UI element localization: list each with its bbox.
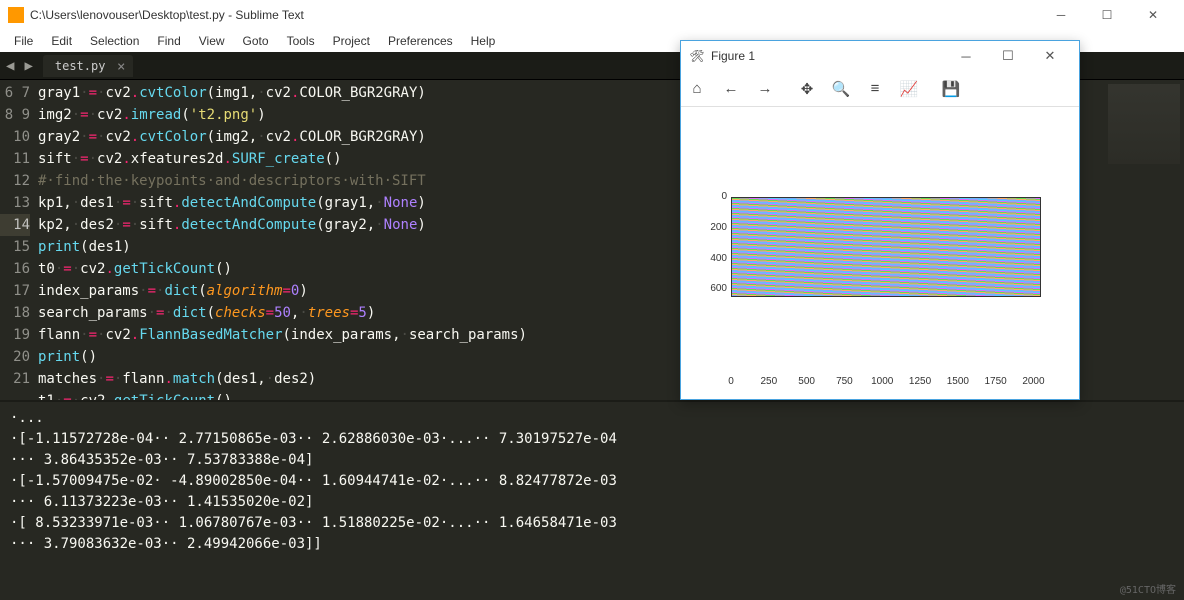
subplots-icon[interactable]: ≡ xyxy=(865,79,885,99)
line-number: 16 xyxy=(13,261,30,277)
line-number: 14 xyxy=(0,214,30,236)
line-number: 9 xyxy=(22,107,30,123)
x-tick: 0 xyxy=(728,376,734,387)
menu-view[interactable]: View xyxy=(191,32,233,50)
tab-testpy[interactable]: test.py × xyxy=(43,55,134,77)
tab-close-button[interactable]: × xyxy=(117,59,125,75)
window-title: C:\Users\lenovouser\Desktop\test.py - Su… xyxy=(30,8,1038,22)
figure-window[interactable]: 🛠 Figure 1 ─ ☐ ✕ ⌂ ← → ✥ 🔍 ≡ 📈 💾 0 200 400… xyxy=(680,40,1080,400)
line-number: 10 xyxy=(13,129,30,145)
menu-tools[interactable]: Tools xyxy=(279,32,323,50)
y-tick: 0 xyxy=(701,191,727,202)
menu-find[interactable]: Find xyxy=(149,32,188,50)
watermark: @51CTO博客 xyxy=(1120,581,1176,596)
menu-help[interactable]: Help xyxy=(463,32,504,50)
line-number: 15 xyxy=(13,239,30,255)
history-forward-button[interactable]: ▶ xyxy=(24,58,32,74)
line-number: 12 xyxy=(13,173,30,189)
figure-close-button[interactable]: ✕ xyxy=(1029,41,1071,71)
window-minimize-button[interactable]: ─ xyxy=(1038,0,1084,30)
menu-preferences[interactable]: Preferences xyxy=(380,32,461,50)
x-tick: 1250 xyxy=(909,376,931,387)
output-panel[interactable]: ·... ·[-1.11572728e-04·· 2.77150865e-03·… xyxy=(0,400,1184,600)
line-number: 7 xyxy=(22,85,30,101)
x-tick: 1500 xyxy=(947,376,969,387)
line-number: 6 xyxy=(5,85,13,101)
window-titlebar: C:\Users\lenovouser\Desktop\test.py - Su… xyxy=(0,0,1184,30)
x-tick: 750 xyxy=(836,376,853,387)
pan-icon[interactable]: ✥ xyxy=(797,79,817,99)
line-number: 11 xyxy=(13,151,30,167)
line-number: 20 xyxy=(13,349,30,365)
figure-minimize-button[interactable]: ─ xyxy=(945,41,987,71)
figure-maximize-button[interactable]: ☐ xyxy=(987,41,1029,71)
window-maximize-button[interactable]: ☐ xyxy=(1084,0,1130,30)
line-number: 17 xyxy=(13,283,30,299)
history-back-button[interactable]: ◀ xyxy=(6,58,14,74)
figure-toolbar: ⌂ ← → ✥ 🔍 ≡ 📈 💾 xyxy=(681,71,1079,107)
x-tick: 1000 xyxy=(871,376,893,387)
line-number: 19 xyxy=(13,327,30,343)
menu-project[interactable]: Project xyxy=(325,32,378,50)
tab-label: test.py xyxy=(55,59,106,73)
axes-icon[interactable]: 📈 xyxy=(899,79,919,99)
line-number: 21 xyxy=(13,371,30,387)
menu-edit[interactable]: Edit xyxy=(43,32,80,50)
zoom-icon[interactable]: 🔍 xyxy=(831,79,851,99)
back-icon[interactable]: ← xyxy=(721,79,741,99)
x-tick: 2000 xyxy=(1022,376,1044,387)
menu-selection[interactable]: Selection xyxy=(82,32,147,50)
figure-titlebar[interactable]: 🛠 Figure 1 ─ ☐ ✕ xyxy=(681,41,1079,71)
figure-icon: 🛠 xyxy=(689,48,705,64)
plot-canvas[interactable]: 0 200 400 600 0 250 500 750 1000 1250 1500 1750 2000 xyxy=(681,107,1079,399)
line-number: 18 xyxy=(13,305,30,321)
save-icon[interactable]: 💾 xyxy=(941,79,961,99)
line-number: 13 xyxy=(13,195,30,211)
x-tick: 1750 xyxy=(985,376,1007,387)
line-gutter: 6 7 8 9 10 11 12 13 14 15 16 17 18 19 20… xyxy=(0,80,38,400)
x-tick: 500 xyxy=(798,376,815,387)
app-icon xyxy=(8,7,24,23)
y-tick: 600 xyxy=(701,283,727,294)
home-icon[interactable]: ⌂ xyxy=(687,79,707,99)
figure-title: Figure 1 xyxy=(711,49,945,63)
menu-goto[interactable]: Goto xyxy=(235,32,277,50)
x-tick: 250 xyxy=(760,376,777,387)
menu-file[interactable]: File xyxy=(6,32,41,50)
minimap[interactable] xyxy=(1104,80,1184,400)
line-number: 8 xyxy=(5,107,13,123)
plot-image xyxy=(731,197,1041,297)
y-tick: 400 xyxy=(701,253,727,264)
forward-icon[interactable]: → xyxy=(755,79,775,99)
window-close-button[interactable]: ✕ xyxy=(1130,0,1176,30)
y-tick: 200 xyxy=(701,222,727,233)
